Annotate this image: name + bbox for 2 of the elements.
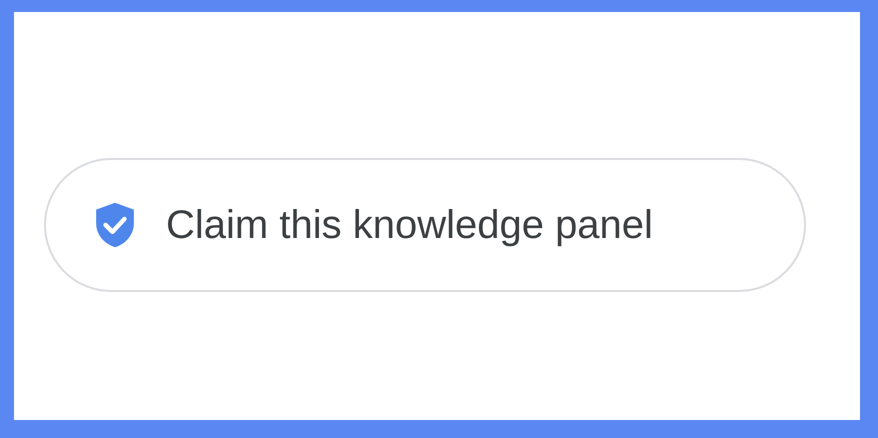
shield-check-icon [94,201,136,249]
claim-button[interactable]: Claim this knowledge panel [44,158,806,292]
